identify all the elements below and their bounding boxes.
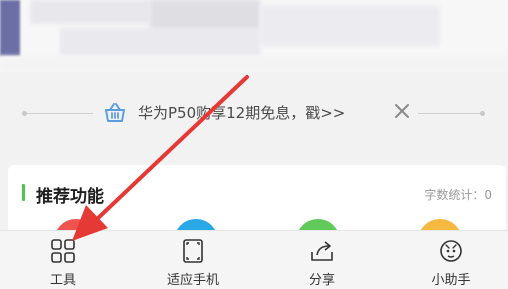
grid-tools-icon [51,239,75,263]
blurred-header [0,0,508,72]
blurred-block [150,0,260,30]
share-icon [311,241,333,261]
blurred-block [30,0,150,24]
nav-label: 适应手机 [166,273,219,288]
blurred-block [260,6,440,46]
divider-line [27,113,93,114]
avatar [0,0,20,56]
promo-text[interactable]: 华为P50购享12期免息，戳>> [138,102,345,123]
nav-fit-phone[interactable]: 适应手机 [148,231,238,289]
nav-assistant[interactable]: 小助手 [406,231,496,289]
divider-line [418,113,480,114]
nav-label: 分享 [308,273,335,288]
promo-banner[interactable]: 华为P50购享12期免息，戳>> [0,95,508,133]
shopping-basket-icon [105,103,125,122]
word-count-label: 字数统计：0 [424,188,492,202]
fit-screen-icon [183,239,203,263]
section-accent-bar [22,184,25,201]
nav-label: 工具 [49,273,76,288]
nav-share[interactable]: 分享 [277,231,367,289]
divider-dot [480,111,485,116]
close-icon[interactable] [391,100,413,122]
blurred-block [60,28,260,56]
bottom-nav-bar: 工具 适应手机 分享 小助手 [0,230,508,289]
section-title: 推荐功能 [36,187,104,207]
assistant-icon [440,240,462,262]
nav-tools[interactable]: 工具 [18,231,108,289]
nav-label: 小助手 [431,273,471,288]
blurred-block [0,56,508,72]
